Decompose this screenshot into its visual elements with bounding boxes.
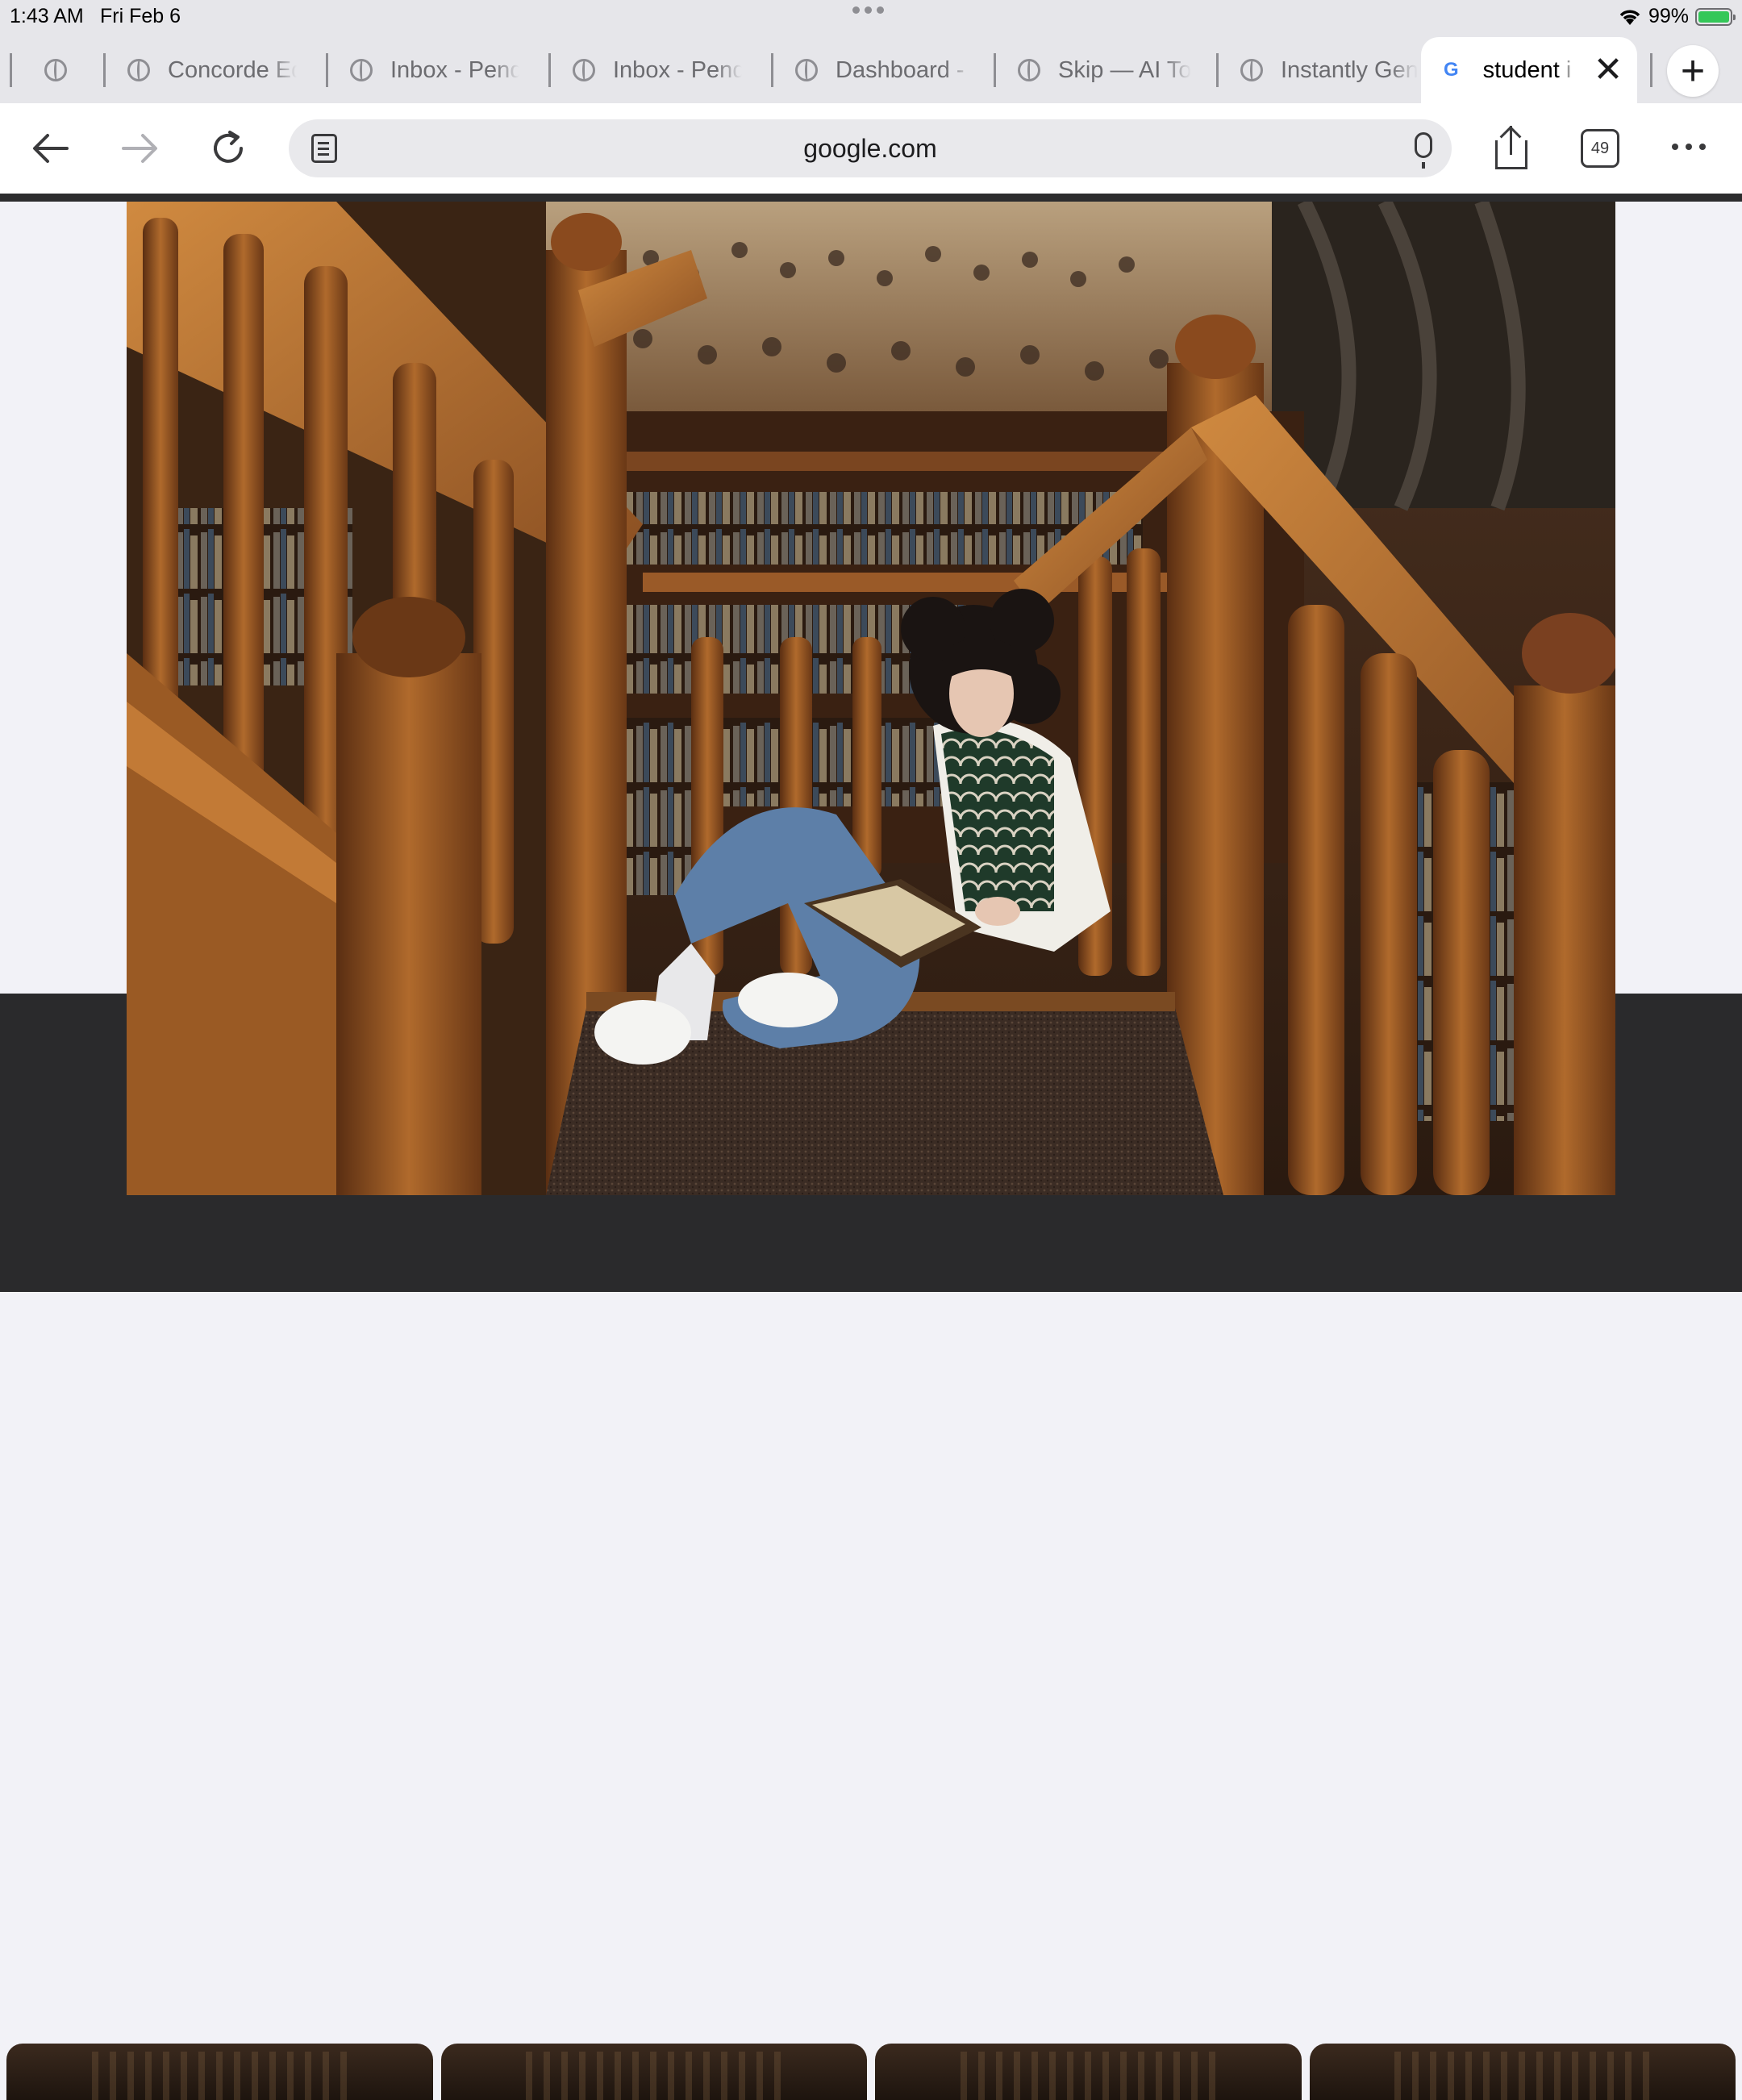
- more-icon[interactable]: [1672, 144, 1706, 150]
- tab-inbox-2[interactable]: Inbox - Pend: [573, 37, 752, 103]
- tab-title: Inbox - Pend: [390, 56, 519, 83]
- search-result-image[interactable]: [127, 202, 1615, 1195]
- status-right: 99%: [1618, 5, 1736, 28]
- globe-icon: [127, 59, 150, 81]
- related-images: [6, 2044, 1736, 2100]
- globe-icon: [1018, 59, 1040, 81]
- related-image-thumb[interactable]: [1309, 2044, 1736, 2100]
- multitasking-dots[interactable]: [852, 6, 890, 23]
- tab-strip: Concorde Ed Inbox - Pend Inbox - Pend Da…: [0, 37, 1742, 103]
- reload-button[interactable]: [204, 124, 252, 173]
- status-date: Fri Feb 6: [100, 5, 181, 27]
- toolbar: google.com 49: [0, 103, 1742, 194]
- library-photo: [127, 202, 1615, 1195]
- tab-partial[interactable]: [44, 37, 101, 103]
- status-bar: 1:43 AM Fri Feb 6 99%: [0, 0, 1742, 37]
- globe-icon: [1240, 59, 1263, 81]
- tab-title: Dashboard -: [836, 56, 965, 83]
- tab-count: 49: [1590, 139, 1610, 157]
- forward-icon: [122, 134, 157, 163]
- globe-icon: [573, 59, 595, 81]
- back-icon: [33, 134, 69, 163]
- related-image-thumb[interactable]: [875, 2044, 1302, 2100]
- tab-skip[interactable]: Skip — AI Too: [1018, 37, 1197, 103]
- reader-icon[interactable]: [311, 134, 337, 163]
- wifi-icon: [1619, 9, 1640, 25]
- tab-concorde[interactable]: Concorde Ed: [127, 37, 306, 103]
- tab-dashboard[interactable]: Dashboard -: [795, 37, 974, 103]
- tab-instantly[interactable]: Instantly Gen: [1240, 37, 1419, 103]
- address-bar[interactable]: google.com: [289, 119, 1452, 177]
- related-image-thumb[interactable]: [6, 2044, 433, 2100]
- mic-icon[interactable]: [1415, 132, 1432, 169]
- url-text: google.com: [803, 133, 937, 163]
- share-button[interactable]: [1494, 126, 1529, 171]
- globe-icon: [795, 59, 818, 81]
- forward-button[interactable]: [115, 124, 164, 173]
- tab-count-button[interactable]: 49: [1581, 129, 1619, 168]
- tab-title: student i: [1482, 56, 1572, 83]
- related-image-thumb[interactable]: [440, 2044, 867, 2100]
- back-button[interactable]: [27, 124, 75, 173]
- battery-percent: 99%: [1648, 5, 1689, 27]
- tab-inbox-1[interactable]: Inbox - Pend: [350, 37, 529, 103]
- new-tab-button[interactable]: +: [1667, 45, 1719, 97]
- status-time: 1:43 AM: [10, 5, 84, 27]
- tab-title: Concorde Ed: [168, 56, 297, 83]
- globe-icon: [44, 59, 67, 81]
- google-g-icon: G: [1444, 59, 1459, 81]
- reload-icon: [214, 131, 243, 163]
- globe-icon: [350, 59, 373, 81]
- tab-active-student[interactable]: G student i ✕: [1421, 37, 1637, 103]
- close-icon[interactable]: ✕: [1594, 52, 1623, 88]
- plus-icon: +: [1680, 48, 1706, 94]
- tab-title: Instantly Gen: [1281, 56, 1418, 83]
- tab-title: Skip — AI Too: [1058, 56, 1191, 83]
- battery-icon: [1695, 7, 1736, 26]
- toolbar-divider: [0, 194, 1742, 202]
- tab-title: Inbox - Pend: [613, 56, 742, 83]
